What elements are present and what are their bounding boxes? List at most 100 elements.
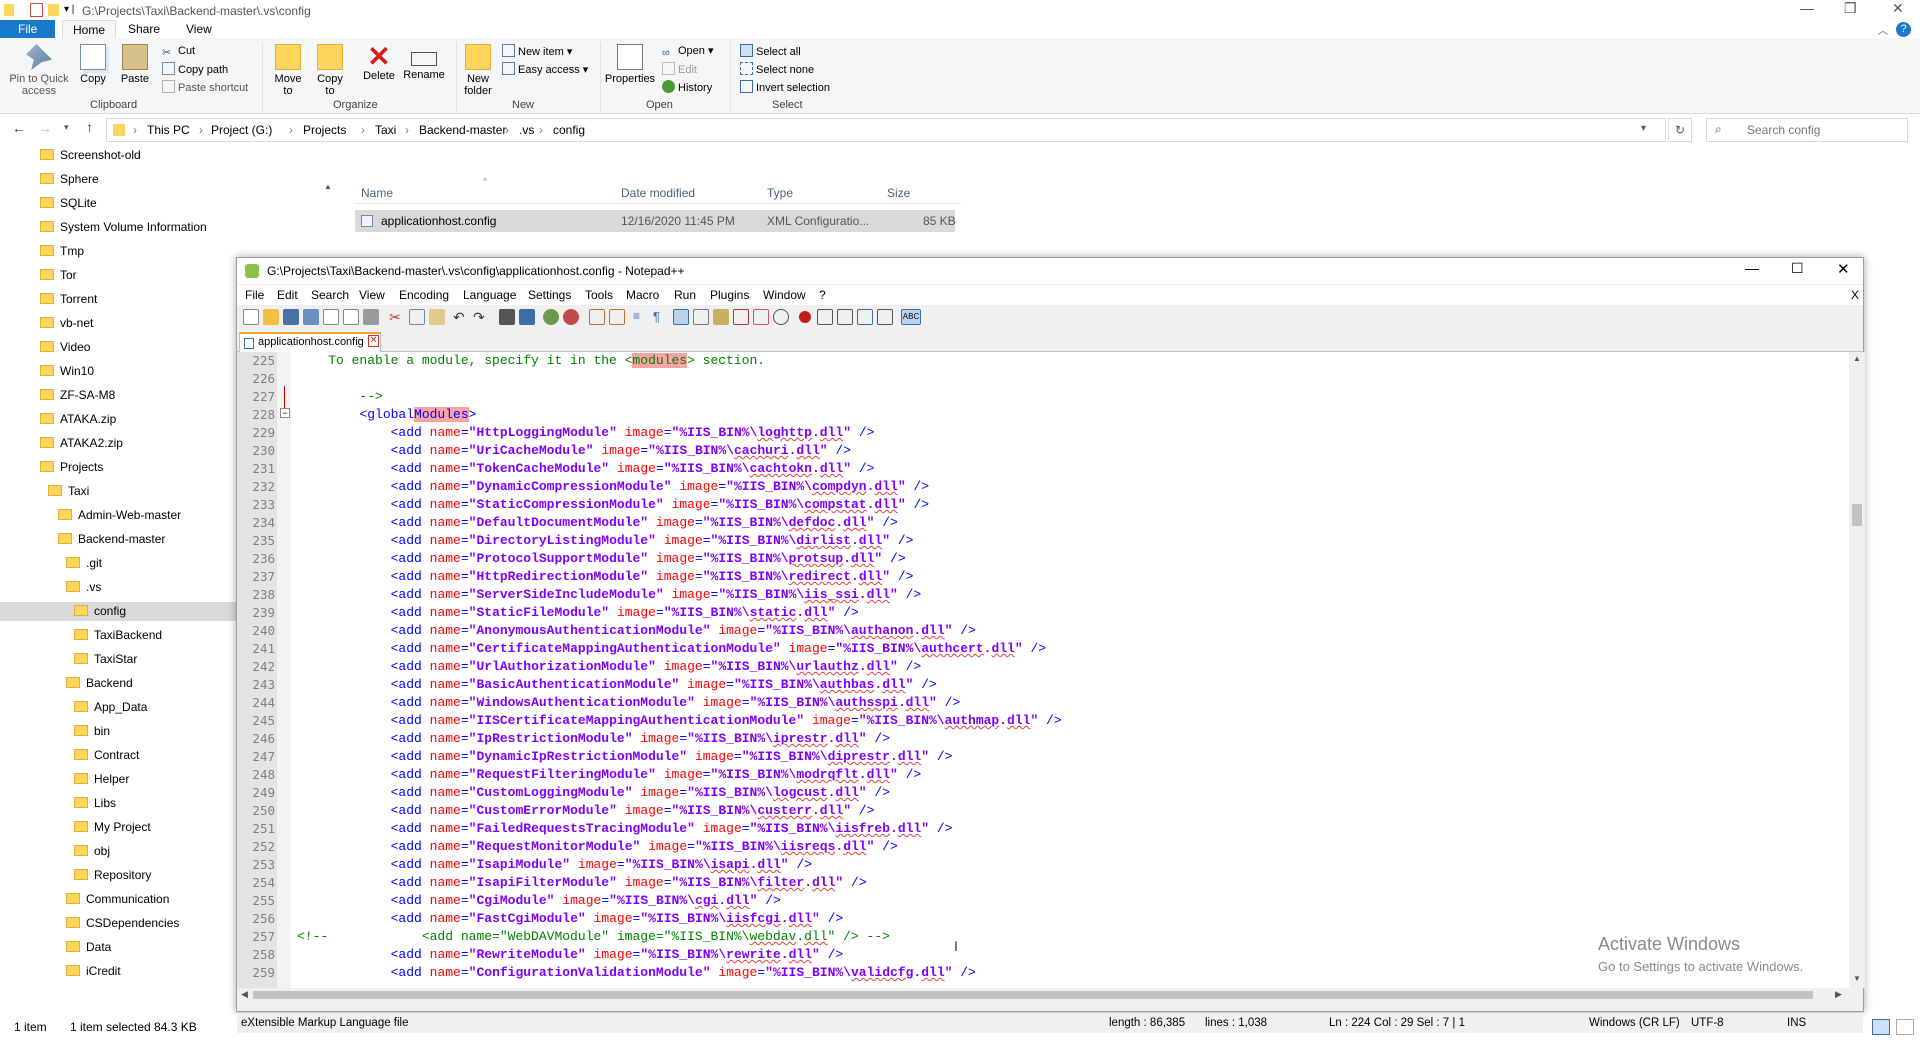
edit-button[interactable]: Edit: [662, 62, 697, 77]
scroll-left-arrow-icon[interactable]: ◀: [241, 989, 248, 1000]
nav-item[interactable]: iCredit: [66, 962, 121, 981]
scroll-down-arrow-icon[interactable]: ▼: [1853, 974, 1861, 983]
nav-item[interactable]: vb-net: [40, 314, 93, 333]
nav-item[interactable]: Tmp: [40, 242, 84, 261]
select-all-button[interactable]: Select all: [740, 44, 801, 59]
undo-icon[interactable]: ↶: [453, 309, 469, 325]
redo-icon[interactable]: ↷: [473, 309, 489, 325]
nav-item[interactable]: Sphere: [40, 170, 99, 189]
back-arrow-icon[interactable]: ←: [12, 120, 26, 136]
menu-macro[interactable]: Macro: [626, 288, 659, 302]
scroll-up-arrow-icon[interactable]: ▲: [1853, 354, 1861, 363]
new-folder-button[interactable]: New folder: [462, 44, 494, 97]
menu-view[interactable]: View: [359, 288, 385, 302]
doc-map-icon[interactable]: [713, 309, 729, 325]
paste-button[interactable]: Paste: [120, 44, 150, 85]
nav-item[interactable]: CSDependencies: [66, 914, 179, 933]
nav-item[interactable]: Libs: [74, 794, 116, 813]
menu-settings[interactable]: Settings: [528, 288, 571, 302]
menu-tools[interactable]: Tools: [585, 288, 613, 302]
address-field[interactable]: › This PC › Project (G:) › Projects › Ta…: [106, 118, 1666, 142]
up-arrow-icon[interactable]: ↑: [86, 119, 93, 135]
word-wrap-icon[interactable]: ≡: [633, 309, 649, 325]
tab-home[interactable]: Home: [62, 20, 117, 38]
recent-chevron-icon[interactable]: ▾: [64, 122, 69, 133]
nav-item[interactable]: config: [0, 602, 270, 621]
save-macro-icon[interactable]: [877, 309, 893, 325]
nav-item[interactable]: Tor: [40, 266, 77, 285]
menu-file[interactable]: File: [245, 288, 264, 302]
nav-item[interactable]: TaxiBackend: [74, 626, 162, 645]
nav-item[interactable]: obj: [74, 842, 110, 861]
new-folder-icon[interactable]: [48, 4, 59, 16]
find-icon[interactable]: [499, 309, 515, 325]
column-size[interactable]: Size: [887, 186, 910, 200]
menu-edit[interactable]: Edit: [277, 288, 298, 302]
breadcrumb-projects[interactable]: Projects: [303, 123, 346, 137]
collapse-ribbon-icon[interactable]: ︿: [1878, 22, 1888, 37]
npp-close-button[interactable]: ✕: [1837, 260, 1850, 278]
function-list-icon[interactable]: [733, 309, 749, 325]
menu-encoding[interactable]: Encoding: [399, 288, 449, 302]
properties-icon[interactable]: [30, 3, 43, 17]
nav-item[interactable]: Screenshot-old: [40, 146, 141, 165]
nav-item[interactable]: Taxi: [48, 482, 89, 501]
vertical-scrollbar[interactable]: ▲ ▼: [1849, 352, 1865, 988]
indent-guide-icon[interactable]: [673, 309, 689, 325]
copy-icon[interactable]: [409, 309, 425, 325]
print-icon[interactable]: [363, 309, 379, 325]
new-item-button[interactable]: New item ▾: [502, 44, 572, 59]
nav-item[interactable]: Video: [40, 338, 90, 357]
invert-selection-button[interactable]: Invert selection: [740, 80, 830, 95]
nav-item[interactable]: ATAKA.zip: [40, 410, 116, 429]
copy-to-button[interactable]: Copy to: [314, 44, 346, 97]
save-all-icon[interactable]: [303, 309, 319, 325]
cut-icon[interactable]: ✂: [389, 309, 405, 325]
play-macro-icon[interactable]: [837, 309, 853, 325]
tab-close-icon[interactable]: ✕: [368, 335, 379, 347]
nav-item[interactable]: ZF-SA-M8: [40, 386, 115, 405]
easy-access-button[interactable]: Easy access ▾: [502, 62, 588, 77]
quick-access-chevron-icon[interactable]: ▾ |: [64, 4, 74, 15]
maximize-button[interactable]: ❐: [1844, 0, 1857, 17]
new-file-icon[interactable]: [243, 309, 259, 325]
run-macro-multiple-icon[interactable]: [857, 309, 873, 325]
spell-check-icon[interactable]: ABC: [901, 309, 921, 325]
cut-button[interactable]: ✂ Cut: [162, 44, 195, 59]
sync-h-icon[interactable]: [609, 309, 625, 325]
refresh-icon[interactable]: ↻: [1668, 118, 1692, 142]
menu-plugins[interactable]: Plugins: [710, 288, 749, 302]
properties-button[interactable]: Properties: [604, 44, 656, 85]
breadcrumb-drive[interactable]: Project (G:): [211, 123, 272, 137]
nav-item[interactable]: .git: [66, 554, 102, 573]
paste-icon[interactable]: [429, 309, 445, 325]
code-editor[interactable]: − 225 To enable a module, specify it in …: [237, 352, 1849, 988]
file-row[interactable]: applicationhost.config 12/16/2020 11:45 …: [355, 210, 956, 232]
record-macro-icon[interactable]: [799, 311, 811, 323]
nav-item[interactable]: Repository: [74, 866, 151, 885]
zoom-in-icon[interactable]: [543, 309, 559, 325]
horizontal-scrollbar[interactable]: ◀ ▶: [237, 988, 1849, 1002]
close-file-icon[interactable]: [323, 309, 339, 325]
nav-item[interactable]: System Volume Information: [40, 218, 207, 237]
menu-language[interactable]: Language: [463, 288, 516, 302]
menu-window[interactable]: Window: [763, 288, 806, 302]
nav-item[interactable]: My Project: [74, 818, 151, 837]
close-button[interactable]: ✕: [1892, 0, 1904, 17]
nav-item[interactable]: Communication: [66, 890, 169, 909]
nav-item[interactable]: Backend: [66, 674, 133, 693]
column-name[interactable]: Name: [361, 186, 393, 200]
history-button[interactable]: History: [662, 80, 712, 95]
zoom-out-icon[interactable]: [563, 309, 579, 325]
nav-item[interactable]: Helper: [74, 770, 129, 789]
monitoring-icon[interactable]: [773, 309, 789, 325]
nav-item[interactable]: Admin-Web-master: [58, 506, 181, 525]
details-view-icon[interactable]: [1872, 1019, 1890, 1035]
nav-item[interactable]: Win10: [40, 362, 94, 381]
sync-v-icon[interactable]: [589, 309, 605, 325]
open-file-icon[interactable]: [263, 309, 279, 325]
copy-button[interactable]: Copy: [78, 44, 108, 85]
breadcrumb-this-pc[interactable]: This PC: [147, 123, 190, 137]
folder-workspace-icon[interactable]: [753, 309, 769, 325]
column-date[interactable]: Date modified: [621, 186, 695, 200]
